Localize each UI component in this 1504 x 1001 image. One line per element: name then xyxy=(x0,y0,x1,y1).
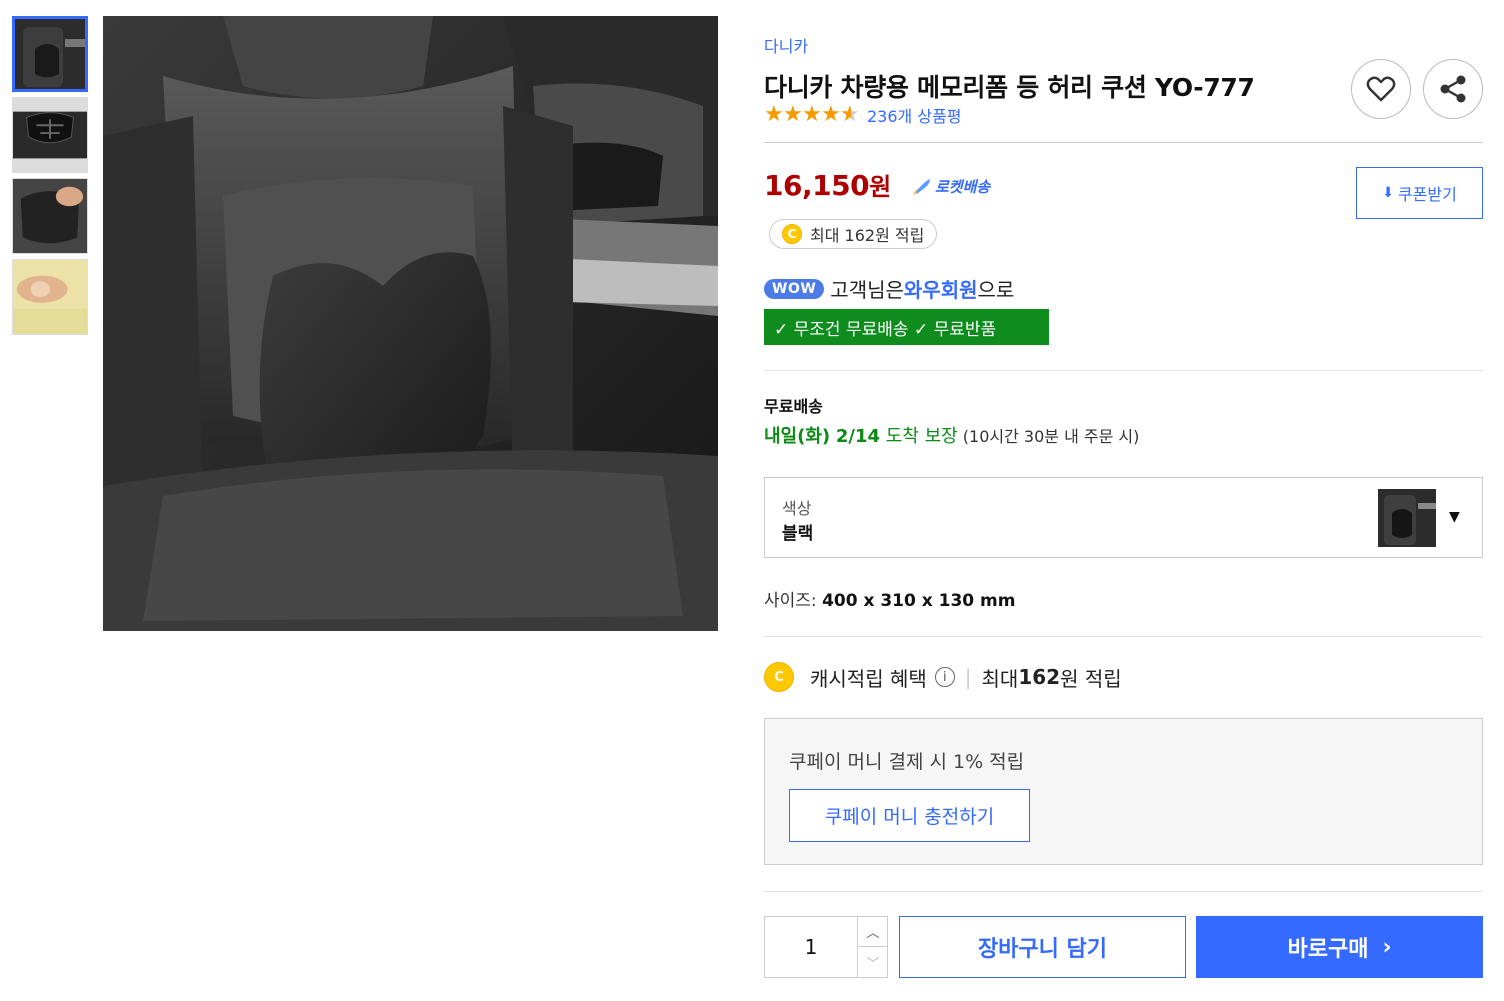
thumbnail-4[interactable] xyxy=(12,259,88,335)
option-label: 색상 xyxy=(782,499,812,518)
thumbnail-1[interactable] xyxy=(12,16,88,92)
buy-now-button[interactable]: 바로구매 › xyxy=(1196,916,1483,978)
thumbnail-2[interactable] xyxy=(12,97,88,173)
quantity-increase-button[interactable]: ︿ xyxy=(857,917,888,947)
shipping-note: (10시간 30분 내 주문 시) xyxy=(957,427,1140,446)
main-product-image xyxy=(103,16,718,631)
info-icon[interactable]: i xyxy=(934,667,955,687)
cash-benefit-amount: 162 xyxy=(1018,665,1061,689)
size-value: 400 x 310 x 130 mm xyxy=(822,591,1016,611)
heart-icon xyxy=(1366,76,1396,102)
product-title: 다니카 차량용 메모리폼 등 허리 쿠션 YO-777 xyxy=(764,73,1255,102)
coin-icon: C xyxy=(782,224,802,244)
review-count-link[interactable]: 236개 상품평 xyxy=(867,103,962,127)
thumbnail-3[interactable] xyxy=(12,178,88,254)
wow-member-text: 와우회원 xyxy=(903,278,978,302)
shipping-arrive: 도착 보장 xyxy=(880,426,958,447)
thumbnail-4-image xyxy=(13,260,87,334)
rocket-label: 로켓배송 xyxy=(935,178,991,196)
add-to-cart-button[interactable]: 장바구니 담기 xyxy=(899,916,1186,978)
option-thumbnail-image xyxy=(1378,489,1436,547)
wow-badge: WOW xyxy=(764,278,825,299)
brand-link[interactable]: 다니카 xyxy=(764,33,808,57)
share-button[interactable] xyxy=(1423,59,1483,119)
price-amount: 16,150 xyxy=(764,169,870,202)
divider xyxy=(764,142,1483,143)
free-shipping-bar: ✓ 무조건 무료배송 ✓ 무료반품 xyxy=(764,309,1049,345)
chevron-right-icon: › xyxy=(1382,934,1392,960)
shipping-date: 내일(화) 2/14 도착 보장 (10시간 30분 내 주문 시) xyxy=(764,422,1139,448)
rating-stars[interactable]: ★ ★ ★ ★ ★ xyxy=(764,104,862,126)
size-info: 사이즈: 400 x 310 x 130 mm xyxy=(764,586,1015,611)
divider xyxy=(764,636,1483,637)
thumbnail-list xyxy=(12,16,89,340)
shipping-title: 무료배송 xyxy=(764,397,823,416)
half-star-icon: ★ xyxy=(840,104,862,126)
coupay-box: 쿠페이 머니 결제 시 1% 적립 쿠페이 머니 충전하기 xyxy=(764,718,1483,865)
cash-benefit-suffix: 원 적립 xyxy=(1060,666,1122,691)
rocket-delivery-badge: 로켓배송 xyxy=(911,176,990,197)
share-icon xyxy=(1440,75,1466,103)
dropdown-arrow-icon: ▼ xyxy=(1449,509,1460,525)
cash-reward-text: 최대 162원 적립 xyxy=(810,226,925,245)
cash-benefit-prefix: 최대 xyxy=(981,666,1019,691)
coupon-download-button[interactable]: ⬇ 쿠폰받기 xyxy=(1356,167,1483,219)
seat-cushion-illustration xyxy=(103,16,718,631)
wow-prefix: 고객님은 xyxy=(830,278,904,302)
cash-benefit-label: 캐시적립 혜택 xyxy=(810,666,927,691)
divider xyxy=(764,891,1483,892)
quantity-decrease-button[interactable]: ﹀ xyxy=(857,947,888,977)
price-unit: 원 xyxy=(869,173,891,201)
thumbnail-2-image xyxy=(13,98,87,172)
option-value: 블랙 xyxy=(782,524,814,544)
shipping-date-value: 2/14 xyxy=(835,426,881,447)
cash-reward-pill: C 최대 162원 적립 xyxy=(769,219,938,249)
color-option-select[interactable]: 색상 블랙 ▼ xyxy=(764,477,1483,558)
buy-now-label: 바로구매 xyxy=(1287,937,1369,962)
rocket-icon xyxy=(913,178,930,195)
separator: | xyxy=(964,665,972,689)
thumbnail-1-image xyxy=(15,19,85,89)
quantity-input[interactable]: 1 xyxy=(765,917,857,977)
chevron-up-icon: ︿ xyxy=(866,926,880,941)
wow-suffix: 으로 xyxy=(977,278,1015,302)
thumbnail-3-image xyxy=(13,179,87,253)
price: 16,150원 xyxy=(764,167,891,202)
quantity-stepper: 1 ︿ ﹀ xyxy=(764,916,888,978)
shipping-day: 내일(화) xyxy=(764,426,831,447)
coupay-charge-button[interactable]: 쿠페이 머니 충전하기 xyxy=(789,789,1030,842)
size-label: 사이즈: xyxy=(764,591,823,611)
wishlist-button[interactable] xyxy=(1351,59,1411,119)
coupay-text: 쿠페이 머니 결제 시 1% 적립 xyxy=(789,751,1025,773)
option-thumbnail xyxy=(1378,489,1436,547)
rating-row: ★ ★ ★ ★ ★ 236개 상품평 xyxy=(764,103,962,127)
chevron-down-icon: ﹀ xyxy=(866,956,880,972)
download-icon: ⬇ xyxy=(1382,185,1394,201)
coin-icon: C xyxy=(764,662,794,692)
divider xyxy=(764,370,1483,371)
coupon-label: 쿠폰받기 xyxy=(1397,185,1457,204)
wow-member-line: WOW 고객님은 와우회원 으로 xyxy=(764,274,1014,303)
cash-benefit-row: C 캐시적립 혜택 i | 최대 162 원 적립 xyxy=(764,662,1122,692)
